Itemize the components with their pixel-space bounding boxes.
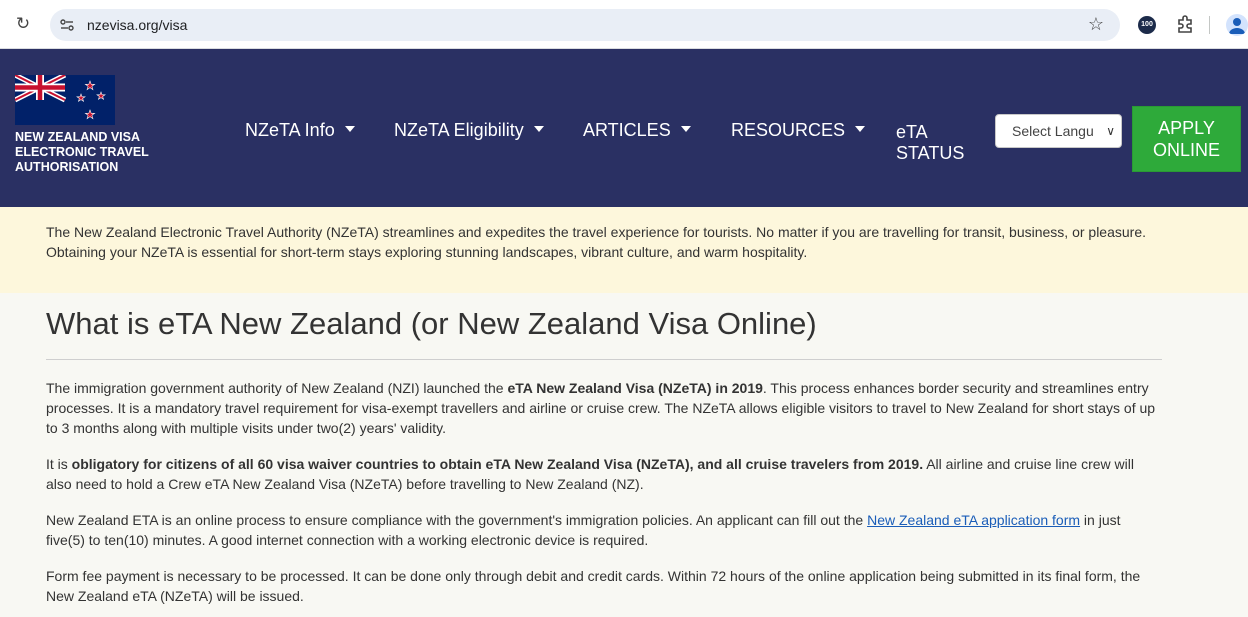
extension-100-icon[interactable]: 100 [1138, 16, 1156, 34]
address-bar[interactable]: nzevisa.org/visa ☆ [50, 9, 1120, 41]
nav-label: ARTICLES [583, 120, 671, 140]
bold-segment: eTA New Zealand Visa (NZeTA) in 2019 [507, 380, 763, 396]
browser-toolbar: ↻ nzevisa.org/visa ☆ 100 [0, 0, 1248, 49]
nav-nzeta-info[interactable]: NZeTA Info [245, 120, 355, 141]
title-divider [46, 359, 1162, 360]
reload-icon[interactable]: ↻ [13, 14, 33, 34]
notice-text: The New Zealand Electronic Travel Author… [46, 224, 1147, 260]
caret-down-icon [855, 126, 866, 133]
paragraph-fee: Form fee payment is necessary to be proc… [46, 568, 1141, 604]
text-segment: The immigration government authority of … [46, 380, 508, 396]
nav-resources[interactable]: RESOURCES [731, 120, 866, 141]
extensions-puzzle-icon[interactable] [1175, 14, 1195, 34]
brand-line-2: ELECTRONIC TRAVEL [15, 145, 149, 159]
brand-line-1: NEW ZEALAND VISA [15, 130, 140, 144]
brand-line-3: AUTHORISATION [15, 160, 119, 174]
site-brand[interactable]: NEW ZEALAND VISA ELECTRONIC TRAVEL AUTHO… [15, 130, 165, 175]
main-content: What is eTA New Zealand (or New Zealand … [46, 293, 1162, 606]
nav-nzeta-eligibility[interactable]: NZeTA Eligibility [394, 120, 544, 141]
nav-label: RESOURCES [731, 120, 846, 140]
eta-status-line-2: STATUS [896, 143, 965, 163]
application-form-link[interactable]: New Zealand eTA application form [867, 512, 1080, 528]
eta-status-line-1: eTA [896, 122, 928, 142]
page-title: What is eTA New Zealand (or New Zealand … [46, 306, 817, 341]
nav-label: NZeTA Info [245, 120, 335, 140]
text-segment: It is [46, 456, 72, 472]
caret-down-icon [533, 126, 544, 133]
nav-articles[interactable]: ARTICLES [583, 120, 691, 141]
apply-online-button[interactable]: APPLY ONLINE [1132, 106, 1241, 172]
profile-avatar-icon[interactable] [1226, 14, 1248, 36]
nav-eta-status[interactable]: eTA STATUS [896, 122, 964, 164]
paragraph-launch: The immigration government authority of … [46, 378, 1162, 438]
caret-down-icon [680, 126, 691, 133]
paragraph-online-process: New Zealand ETA is an online process to … [46, 510, 1162, 550]
language-select[interactable]: Select Langu ∨ [995, 114, 1122, 148]
nav-label: NZeTA Eligibility [394, 120, 524, 140]
url-text[interactable]: nzevisa.org/visa [87, 17, 187, 33]
caret-down-icon [344, 126, 355, 133]
toolbar-divider [1209, 16, 1210, 34]
language-select-value: Select Langu [1012, 123, 1094, 139]
apply-line-2: ONLINE [1152, 140, 1221, 160]
bookmark-star-icon[interactable]: ☆ [1088, 14, 1104, 35]
bold-segment: obligatory for citizens of all 60 visa w… [71, 456, 924, 472]
paragraph-obligation: It is obligatory for citizens of all 60 … [46, 454, 1162, 494]
intro-notice: The New Zealand Electronic Travel Author… [0, 207, 1248, 293]
apply-line-1: APPLY [1158, 118, 1215, 138]
new-zealand-flag-logo[interactable] [15, 75, 115, 125]
text-segment: New Zealand ETA is an online process to … [46, 512, 868, 528]
site-info-icon[interactable] [59, 17, 75, 33]
chevron-down-icon: ∨ [1104, 115, 1115, 147]
site-header: NEW ZEALAND VISA ELECTRONIC TRAVEL AUTHO… [0, 49, 1248, 207]
